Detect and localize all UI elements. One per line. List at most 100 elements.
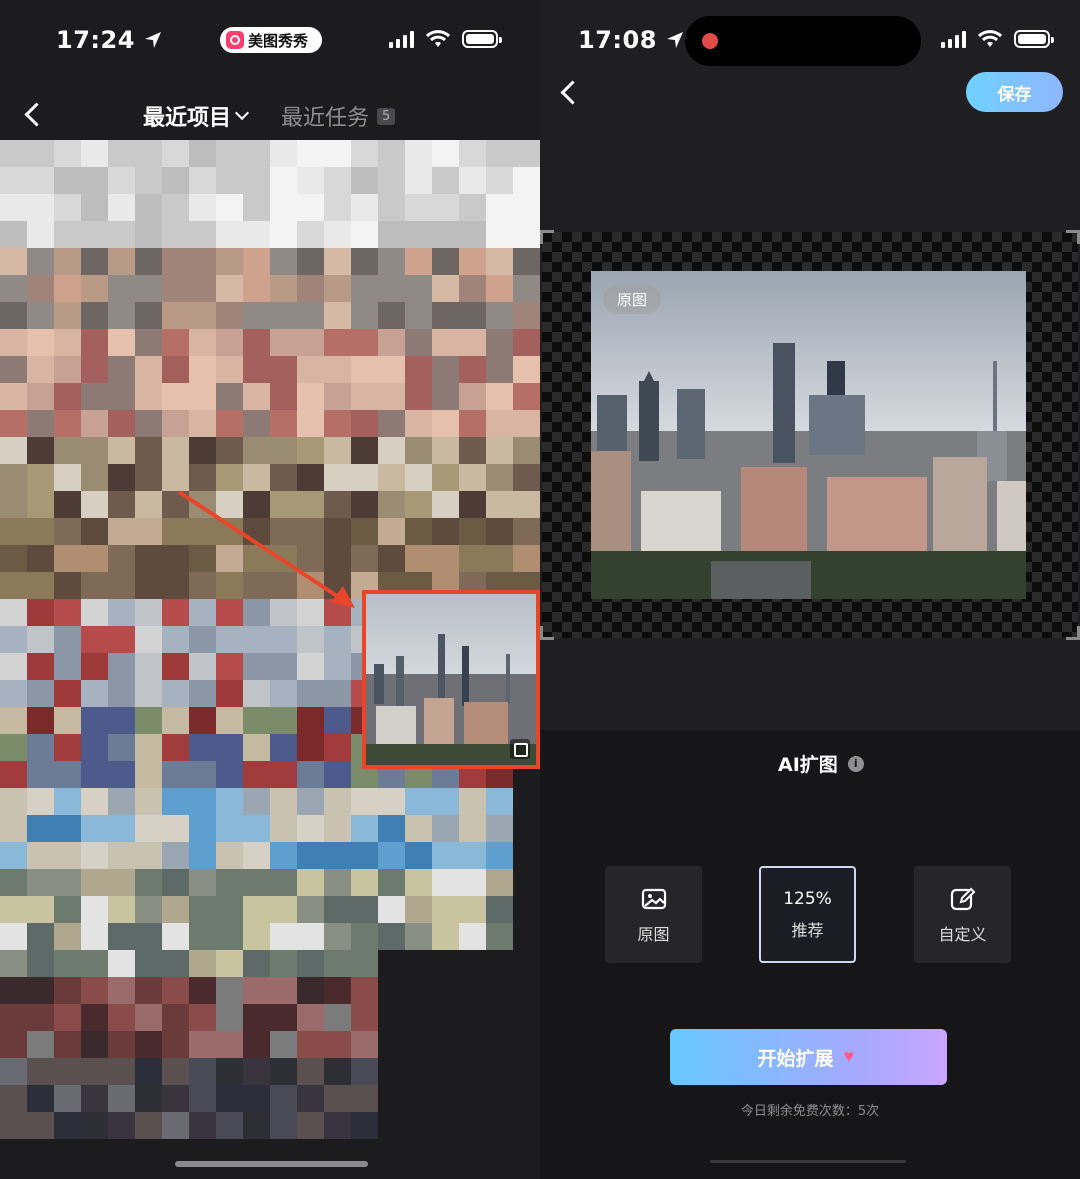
mosaic-cell <box>216 734 243 761</box>
crop-corner-handle[interactable] <box>1066 626 1080 640</box>
mosaic-cell <box>81 329 108 356</box>
mosaic-cell <box>81 302 108 329</box>
info-icon[interactable]: i <box>847 755 864 772</box>
mosaic-cell <box>486 1085 513 1112</box>
crop-corner-handle[interactable] <box>540 626 554 640</box>
mosaic-cell <box>405 302 432 329</box>
back-button[interactable] <box>558 80 582 104</box>
mosaic-cell <box>459 383 486 410</box>
mosaic-cell <box>81 626 108 653</box>
back-button[interactable] <box>22 102 46 126</box>
mosaic-cell <box>54 761 81 788</box>
mosaic-cell <box>189 977 216 1004</box>
mosaic-cell <box>459 302 486 329</box>
mosaic-cell <box>54 842 81 869</box>
mosaic-cell <box>432 518 459 545</box>
mosaic-cell <box>432 1031 459 1058</box>
mosaic-cell <box>270 464 297 491</box>
mosaic-cell <box>486 896 513 923</box>
mosaic-cell <box>27 383 54 410</box>
mosaic-cell <box>297 842 324 869</box>
option-custom[interactable]: 自定义 <box>914 866 1011 963</box>
mosaic-cell <box>27 599 54 626</box>
mosaic-cell <box>27 788 54 815</box>
mosaic-cell <box>108 788 135 815</box>
mosaic-cell <box>108 383 135 410</box>
mosaic-cell <box>54 1085 81 1112</box>
mosaic-cell <box>378 518 405 545</box>
battery-icon <box>462 30 502 48</box>
mosaic-cell <box>486 464 513 491</box>
mosaic-cell <box>135 518 162 545</box>
mosaic-cell <box>270 842 297 869</box>
mosaic-cell <box>270 302 297 329</box>
mosaic-cell <box>459 410 486 437</box>
mosaic-cell <box>324 815 351 842</box>
mosaic-cell <box>351 302 378 329</box>
mosaic-cell <box>0 383 27 410</box>
app-return-pill[interactable]: 美图秀秀 <box>220 27 322 53</box>
mosaic-cell <box>405 194 432 221</box>
mosaic-cell <box>459 1058 486 1085</box>
recording-dot-icon <box>702 33 718 49</box>
mosaic-cell <box>162 626 189 653</box>
mosaic-cell <box>81 572 108 599</box>
tab-recent-tasks[interactable]: 最近任务 5 <box>281 100 396 132</box>
mosaic-cell <box>378 275 405 302</box>
mosaic-cell <box>108 869 135 896</box>
mosaic-cell <box>216 626 243 653</box>
mosaic-cell <box>270 869 297 896</box>
mosaic-cell <box>189 761 216 788</box>
save-button[interactable]: 保存 <box>966 72 1063 112</box>
mosaic-cell <box>378 1058 405 1085</box>
crop-corner-handle[interactable] <box>540 230 554 244</box>
mosaic-cell <box>513 356 540 383</box>
mosaic-cell <box>81 680 108 707</box>
mosaic-cell <box>324 464 351 491</box>
mosaic-cell <box>459 788 486 815</box>
mosaic-cell <box>162 734 189 761</box>
mosaic-cell <box>189 410 216 437</box>
mosaic-cell <box>189 626 216 653</box>
mosaic-cell <box>324 977 351 1004</box>
mosaic-cell <box>378 167 405 194</box>
mosaic-cell <box>243 950 270 977</box>
mosaic-cell <box>378 545 405 572</box>
tab-recent-projects[interactable]: 最近项目 <box>143 100 250 132</box>
start-expand-button[interactable]: 开始扩展 <box>670 1029 947 1085</box>
mosaic-cell <box>351 329 378 356</box>
mosaic-cell <box>189 1112 216 1139</box>
mosaic-cell <box>378 923 405 950</box>
mosaic-cell <box>189 869 216 896</box>
mosaic-cell <box>189 950 216 977</box>
dynamic-island[interactable] <box>685 16 921 66</box>
mosaic-cell <box>135 437 162 464</box>
mosaic-cell <box>81 1031 108 1058</box>
selected-photo-thumbnail[interactable] <box>362 590 540 769</box>
fullscreen-icon[interactable] <box>510 739 530 759</box>
mosaic-cell <box>324 869 351 896</box>
edit-icon <box>950 887 975 910</box>
mosaic-cell <box>81 1085 108 1112</box>
mosaic-cell <box>27 1112 54 1139</box>
mosaic-cell <box>216 410 243 437</box>
red-arrow-annotation <box>177 490 355 608</box>
mosaic-cell <box>378 302 405 329</box>
mosaic-cell <box>459 437 486 464</box>
mosaic-cell <box>108 464 135 491</box>
mosaic-cell <box>459 923 486 950</box>
option-original[interactable]: 原图 <box>605 866 702 963</box>
mosaic-cell <box>324 329 351 356</box>
status-bar: 17:08 <box>540 0 1080 80</box>
mosaic-cell <box>378 842 405 869</box>
mosaic-cell <box>0 1031 27 1058</box>
mosaic-cell <box>351 140 378 167</box>
mosaic-cell <box>351 464 378 491</box>
crop-corner-handle[interactable] <box>1066 230 1080 244</box>
mosaic-cell <box>54 653 81 680</box>
option-125-recommended[interactable]: 125% 推荐 <box>759 866 856 963</box>
mosaic-cell <box>162 842 189 869</box>
mosaic-cell <box>270 194 297 221</box>
mosaic-cell <box>81 410 108 437</box>
mosaic-cell <box>216 464 243 491</box>
